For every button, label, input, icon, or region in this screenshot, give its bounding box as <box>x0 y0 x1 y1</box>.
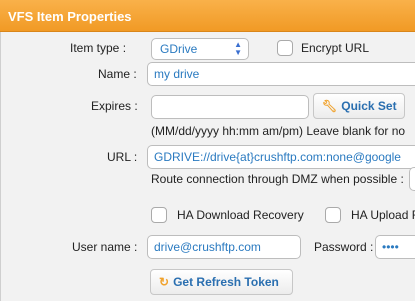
expires-hint: (MM/dd/yyyy hh:mm am/pm) Leave blank for… <box>151 124 406 138</box>
url-label: URL : <box>107 150 138 164</box>
password-input[interactable]: •••• <box>375 235 415 259</box>
quick-set-label: Quick Set <box>341 99 397 113</box>
dmz-label: Route connection through DMZ when possib… <box>151 172 404 186</box>
encrypt-url-label: Encrypt URL <box>301 41 370 55</box>
get-refresh-token-button[interactable]: ↻ Get Refresh Token <box>150 269 293 295</box>
get-refresh-token-label: Get Refresh Token <box>173 275 279 289</box>
item-type-value: GDrive <box>160 42 198 56</box>
encrypt-url-checkbox[interactable] <box>277 40 293 56</box>
name-input[interactable]: my drive <box>147 62 415 86</box>
url-input[interactable]: GDRIVE://drive{at}crushftp.com:none@goog… <box>147 145 415 169</box>
ha-upload-label: HA Upload F <box>351 208 415 222</box>
select-arrows-icon: ▲ ▼ <box>234 40 242 57</box>
password-label: Password : <box>314 240 374 254</box>
expires-input[interactable] <box>151 95 309 119</box>
quick-set-button[interactable]: 🔧︎ Quick Set <box>313 93 405 119</box>
ha-download-recovery-label: HA Download Recovery <box>177 208 304 222</box>
user-name-input[interactable]: drive@crushftp.com <box>147 235 301 259</box>
refresh-icon: ↻ <box>159 275 170 289</box>
ha-download-recovery-checkbox[interactable] <box>151 207 167 223</box>
name-label: Name : <box>98 67 137 81</box>
window-title: VFS Item Properties <box>8 9 132 24</box>
item-type-label: Item type : <box>70 41 127 55</box>
dmz-select[interactable] <box>409 167 415 191</box>
user-name-label: User name : <box>72 240 138 254</box>
ha-upload-checkbox[interactable] <box>325 207 341 223</box>
window-title-bar: VFS Item Properties <box>0 0 415 32</box>
expires-label: Expires : <box>91 99 138 113</box>
wrench-icon: 🔧︎ <box>322 99 338 113</box>
item-type-select[interactable]: GDrive ▲ ▼ <box>151 38 249 60</box>
